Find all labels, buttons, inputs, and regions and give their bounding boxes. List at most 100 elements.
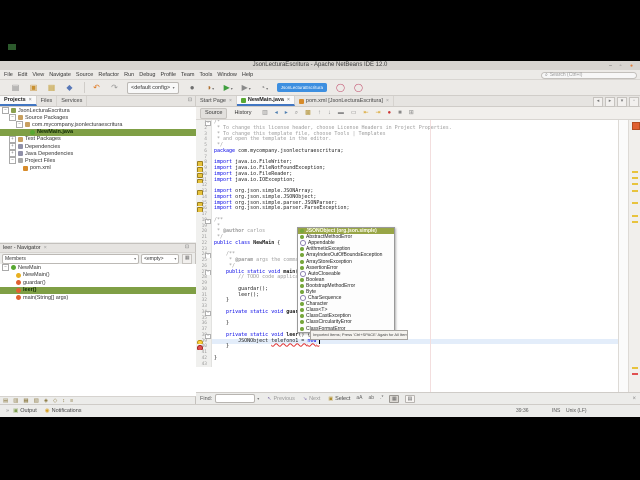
back-icon[interactable]: ◂ [275, 107, 278, 120]
status-circle-icon-2[interactable]: ◯ [353, 82, 364, 93]
menu-refactor[interactable]: Refactor [98, 72, 119, 78]
tree-item-source-packages[interactable]: − Source Packages [0, 114, 196, 122]
find-close-icon[interactable]: × [632, 396, 636, 402]
menu-edit[interactable]: Edit [18, 72, 27, 78]
tree-item-java-dependencies[interactable]: + Java Dependencies [0, 150, 196, 158]
tab-services[interactable]: Services [57, 96, 88, 106]
maximize-editor-icon[interactable]: ▫ [629, 97, 639, 107]
expand-output-icon[interactable]: » [6, 408, 9, 414]
tree-item-com-mycompany-jsonlecturaescritura[interactable]: − com.mycompany.jsonlecturaescritura [0, 121, 196, 129]
menu-help[interactable]: Help [242, 72, 253, 78]
find-next-button[interactable]: ↘ Next [303, 396, 321, 402]
undo-icon[interactable]: ↶ [91, 82, 102, 93]
next-occurrence-icon[interactable]: ↓ [328, 107, 331, 120]
redo-icon[interactable]: ↷ [109, 82, 120, 93]
collapse-icon[interactable]: − [16, 121, 23, 129]
minimize-left-group-icon[interactable]: ⊡ [186, 97, 194, 105]
menu-profile[interactable]: Profile [160, 72, 176, 78]
tree-item-dependencies[interactable]: + Dependencies [0, 143, 196, 151]
next-bookmark-icon[interactable]: ⇥ [376, 107, 381, 120]
error-stripe[interactable] [628, 120, 640, 392]
expand-icon[interactable]: + [9, 135, 16, 143]
output-label[interactable]: Output [20, 408, 37, 414]
record-macro-icon[interactable]: ● [388, 107, 392, 120]
menu-view[interactable]: View [32, 72, 44, 78]
source-view-button[interactable]: Source [200, 107, 228, 119]
debug-project-icon[interactable]: ▶▾ [241, 82, 252, 93]
menu-tools[interactable]: Tools [200, 72, 213, 78]
history-view-button[interactable]: History [229, 108, 256, 119]
maximize-button[interactable]: ▫ [617, 63, 624, 69]
editor-tab-start-page[interactable]: Start Page × [196, 96, 237, 106]
collapse-icon[interactable]: − [9, 157, 16, 165]
tree-item-newmain[interactable]: NewMain() [0, 272, 196, 280]
config-select[interactable]: <default config> ▾ [127, 81, 179, 94]
menu-team[interactable]: Team [181, 72, 194, 78]
code-completion-popup[interactable]: JSONObject (org.json.simple) AbstractMeth… [297, 227, 395, 333]
editor-tab-newmain-java[interactable]: NewMain.java × [236, 96, 295, 106]
notifications-label[interactable]: Notifications [52, 408, 82, 414]
build-project-icon[interactable]: ● [187, 82, 198, 93]
whole-words-icon[interactable]: ab [369, 395, 375, 403]
tree-item-leer[interactable]: leer() [0, 286, 196, 294]
insert-icon[interactable]: ⊞ [409, 107, 414, 120]
collapse-icon[interactable]: − [2, 264, 9, 272]
projects-panel[interactable]: − JsonLecturaEscritura − Source Packages − co… [0, 107, 197, 242]
warning-tick[interactable] [632, 366, 638, 369]
collapse-icon[interactable]: − [2, 107, 9, 115]
warning-tick[interactable] [632, 170, 638, 173]
highlight-results-icon[interactable]: ▦ [389, 394, 400, 403]
menu-file[interactable]: File [4, 72, 13, 78]
search-input[interactable]: ⌕ Search (Ctrl+I) [541, 71, 637, 79]
navigator-close-icon[interactable]: × [44, 245, 47, 251]
match-case-icon[interactable]: aA [356, 395, 362, 403]
tree-item-pom-xml[interactable]: pom.xml [0, 165, 196, 172]
tab-files[interactable]: Files [37, 96, 58, 106]
search-selection-icon[interactable]: ▤ [405, 394, 415, 403]
tab-close-icon[interactable]: × [229, 98, 232, 104]
tab-projects[interactable]: Projects × [0, 96, 37, 106]
find-selection-icon[interactable]: ⌕ [295, 107, 298, 120]
highlight-occurrences-icon[interactable]: ▩ [305, 107, 311, 120]
navigator-sort-button[interactable]: ▦ [182, 253, 192, 264]
scroll-tabs-right-icon[interactable]: ▸ [605, 97, 615, 107]
tab-close-icon[interactable]: × [386, 98, 389, 104]
warning-tick[interactable] [632, 183, 638, 186]
warning-tick[interactable] [632, 176, 638, 179]
navigator-tree[interactable]: − NewMain NewMain() guardar() leer() main(Str… [0, 264, 197, 396]
warning-tick[interactable] [632, 221, 638, 224]
tree-item-project-files[interactable]: − Project Files [0, 157, 196, 165]
previous-occurrence-icon[interactable]: ↑ [318, 107, 321, 120]
find-history-dropdown-icon[interactable]: ▾ [257, 396, 259, 401]
menu-debug[interactable]: Debug [139, 72, 155, 78]
tree-item-guardar[interactable]: guardar() [0, 279, 196, 287]
filter-combo[interactable]: <empty> ▾ [141, 253, 180, 264]
diff-icon[interactable]: ▥ [262, 107, 268, 120]
tree-item-main-string-args[interactable]: main(String[] args) [0, 294, 196, 302]
menu-window[interactable]: Window [217, 72, 237, 78]
profile-project-icon[interactable]: ◔▾ [259, 82, 270, 93]
error-tick[interactable] [632, 373, 638, 375]
menu-run[interactable]: Run [124, 72, 134, 78]
menu-source[interactable]: Source [76, 72, 93, 78]
code-editor[interactable]: 1−/*2 * To change this license header, c… [196, 120, 618, 392]
tree-item-newmain-java[interactable]: NewMain.java [0, 128, 196, 136]
find-previous-button[interactable]: ↖ Previous [267, 396, 295, 402]
close-button[interactable]: ● [628, 63, 635, 69]
collapse-icon[interactable]: − [9, 114, 16, 122]
warning-tick[interactable] [632, 214, 638, 217]
editor-tab-pom-xml-jsonlecturaescritura[interactable]: pom.xml [JsonLecturaEscritura] × [295, 96, 394, 106]
members-combo[interactable]: Members ▾ [2, 253, 140, 264]
save-all-icon[interactable]: ◆ [64, 82, 75, 93]
clean-build-project-icon[interactable]: ◑▾ [205, 82, 216, 93]
tree-item-test-packages[interactable]: + Test Packages [0, 135, 196, 143]
run-project-icon[interactable]: ▶▾ [223, 82, 234, 93]
comment-icon[interactable]: ▬ [338, 107, 344, 120]
menu-navigate[interactable]: Navigate [49, 72, 71, 78]
find-input[interactable] [215, 394, 256, 403]
uncomment-icon[interactable]: ▭ [351, 107, 357, 120]
tab-close-icon[interactable]: × [287, 97, 290, 103]
new-file-icon[interactable]: ▤ [10, 82, 21, 93]
warning-tick[interactable] [632, 189, 638, 192]
forward-icon[interactable]: ▸ [285, 107, 288, 120]
